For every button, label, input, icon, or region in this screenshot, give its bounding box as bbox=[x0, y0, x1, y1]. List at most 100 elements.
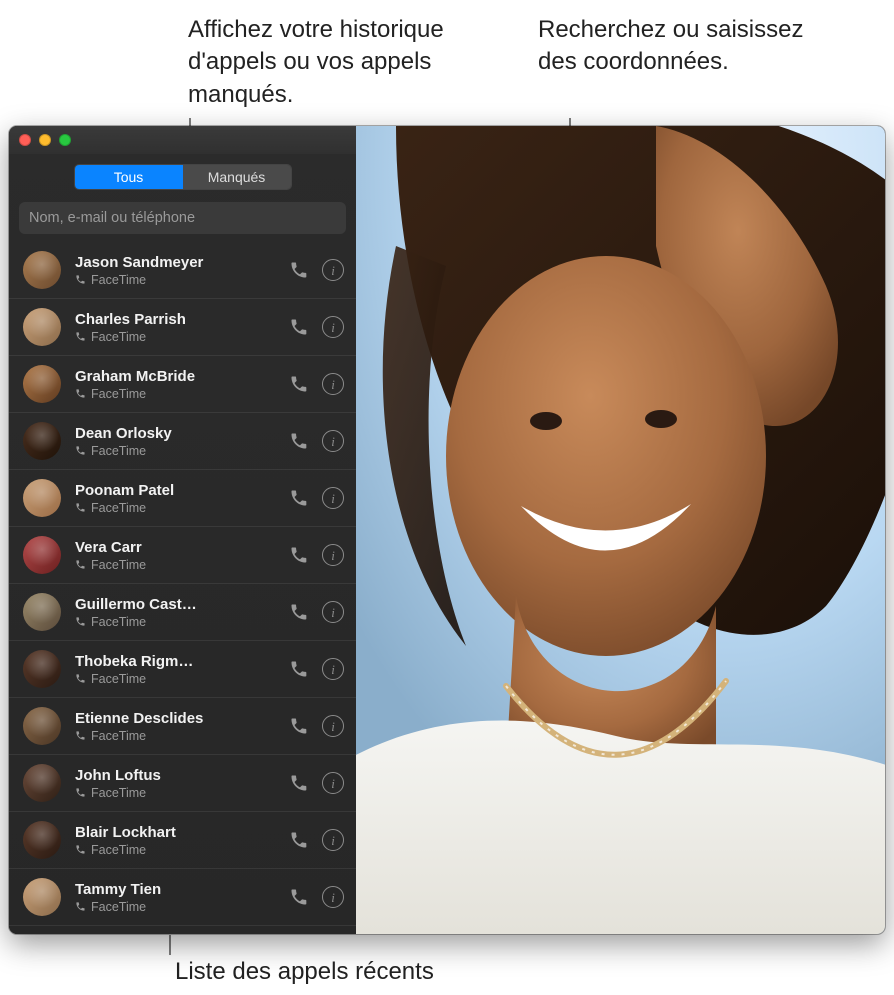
contact-subtitle: FaceTime bbox=[75, 273, 286, 287]
row-actions: i bbox=[286, 485, 344, 511]
contact-info: Tammy Tien FaceTime bbox=[75, 881, 286, 914]
list-item[interactable]: Vera Carr FaceTime i bbox=[9, 527, 356, 584]
row-actions: i bbox=[286, 884, 344, 910]
contact-name: Tammy Tien bbox=[75, 881, 286, 898]
facetime-window: Tous Manqués Jason Sandmeyer FaceTime i … bbox=[9, 126, 885, 934]
info-button[interactable]: i bbox=[322, 772, 344, 794]
call-button[interactable] bbox=[286, 371, 312, 397]
call-button[interactable] bbox=[286, 827, 312, 853]
info-button[interactable]: i bbox=[322, 259, 344, 281]
avatar bbox=[23, 479, 61, 517]
info-button[interactable]: i bbox=[322, 601, 344, 623]
contact-info: Poonam Patel FaceTime bbox=[75, 482, 286, 515]
avatar bbox=[23, 764, 61, 802]
call-button[interactable] bbox=[286, 257, 312, 283]
contact-subtitle: FaceTime bbox=[75, 672, 286, 686]
search-field[interactable] bbox=[19, 202, 346, 234]
info-button[interactable]: i bbox=[322, 715, 344, 737]
avatar bbox=[23, 593, 61, 631]
window-close-button[interactable] bbox=[19, 134, 31, 146]
phone-icon bbox=[289, 260, 309, 280]
contact-subtitle: FaceTime bbox=[75, 558, 286, 572]
contact-subtitle: FaceTime bbox=[75, 843, 286, 857]
list-item[interactable]: Etienne Desclides FaceTime i bbox=[9, 698, 356, 755]
info-button[interactable]: i bbox=[322, 658, 344, 680]
contact-subtitle: FaceTime bbox=[75, 387, 286, 401]
handset-icon bbox=[75, 559, 86, 570]
list-item[interactable]: Tammy Tien FaceTime i bbox=[9, 869, 356, 926]
contact-name: Vera Carr bbox=[75, 539, 286, 556]
call-button[interactable] bbox=[286, 542, 312, 568]
window-zoom-button[interactable] bbox=[59, 134, 71, 146]
handset-icon bbox=[75, 274, 86, 285]
handset-icon bbox=[75, 445, 86, 456]
info-button[interactable]: i bbox=[322, 373, 344, 395]
phone-icon bbox=[289, 887, 309, 907]
call-button[interactable] bbox=[286, 599, 312, 625]
avatar bbox=[23, 536, 61, 574]
list-item[interactable]: Poonam Patel FaceTime i bbox=[9, 470, 356, 527]
contact-name: John Loftus bbox=[75, 767, 286, 784]
call-button[interactable] bbox=[286, 770, 312, 796]
handset-icon bbox=[75, 616, 86, 627]
avatar bbox=[23, 878, 61, 916]
contact-name: Blair Lockhart bbox=[75, 824, 286, 841]
sub-label: FaceTime bbox=[91, 786, 146, 800]
list-item[interactable]: Blair Lockhart FaceTime i bbox=[9, 812, 356, 869]
call-button[interactable] bbox=[286, 713, 312, 739]
contact-info: Dean Orlosky FaceTime bbox=[75, 425, 286, 458]
avatar bbox=[23, 308, 61, 346]
list-item[interactable]: Graham McBride FaceTime i bbox=[9, 356, 356, 413]
sub-label: FaceTime bbox=[91, 672, 146, 686]
list-item[interactable]: John Loftus FaceTime i bbox=[9, 755, 356, 812]
list-item[interactable]: Charles Parrish FaceTime i bbox=[9, 299, 356, 356]
contact-info: Blair Lockhart FaceTime bbox=[75, 824, 286, 857]
window-minimize-button[interactable] bbox=[39, 134, 51, 146]
phone-icon bbox=[289, 773, 309, 793]
contact-name: Etienne Desclides bbox=[75, 710, 286, 727]
video-preview bbox=[356, 126, 885, 934]
info-button[interactable]: i bbox=[322, 886, 344, 908]
info-button[interactable]: i bbox=[322, 316, 344, 338]
info-button[interactable]: i bbox=[322, 829, 344, 851]
contact-name: Thobeka Rigm… bbox=[75, 653, 286, 670]
row-actions: i bbox=[286, 542, 344, 568]
list-item[interactable]: Thobeka Rigm… FaceTime i bbox=[9, 641, 356, 698]
call-button[interactable] bbox=[286, 314, 312, 340]
handset-icon bbox=[75, 844, 86, 855]
phone-icon bbox=[289, 374, 309, 394]
handset-icon bbox=[75, 673, 86, 684]
row-actions: i bbox=[286, 257, 344, 283]
phone-icon bbox=[289, 431, 309, 451]
phone-icon bbox=[289, 830, 309, 850]
sub-label: FaceTime bbox=[91, 843, 146, 857]
list-item[interactable]: Dean Orlosky FaceTime i bbox=[9, 413, 356, 470]
search-input[interactable] bbox=[29, 210, 336, 226]
contact-name: Jason Sandmeyer bbox=[75, 254, 286, 271]
contact-info: Vera Carr FaceTime bbox=[75, 539, 286, 572]
sidebar: Tous Manqués Jason Sandmeyer FaceTime i … bbox=[9, 126, 356, 934]
info-button[interactable]: i bbox=[322, 544, 344, 566]
list-item[interactable]: Jason Sandmeyer FaceTime i bbox=[9, 242, 356, 299]
list-item[interactable]: Guillermo Cast… FaceTime i bbox=[9, 584, 356, 641]
sub-label: FaceTime bbox=[91, 900, 146, 914]
info-button[interactable]: i bbox=[322, 430, 344, 452]
contact-info: Thobeka Rigm… FaceTime bbox=[75, 653, 286, 686]
tab-all[interactable]: Tous bbox=[75, 165, 183, 189]
phone-icon bbox=[289, 716, 309, 736]
avatar bbox=[23, 650, 61, 688]
handset-icon bbox=[75, 730, 86, 741]
call-button[interactable] bbox=[286, 485, 312, 511]
call-button[interactable] bbox=[286, 428, 312, 454]
sub-label: FaceTime bbox=[91, 615, 146, 629]
recents-list: Jason Sandmeyer FaceTime i Charles Parri… bbox=[9, 242, 356, 934]
row-actions: i bbox=[286, 428, 344, 454]
contact-subtitle: FaceTime bbox=[75, 786, 286, 800]
call-button[interactable] bbox=[286, 884, 312, 910]
tab-missed[interactable]: Manqués bbox=[183, 165, 291, 189]
info-button[interactable]: i bbox=[322, 487, 344, 509]
contact-info: John Loftus FaceTime bbox=[75, 767, 286, 800]
avatar bbox=[23, 707, 61, 745]
avatar bbox=[23, 821, 61, 859]
call-button[interactable] bbox=[286, 656, 312, 682]
